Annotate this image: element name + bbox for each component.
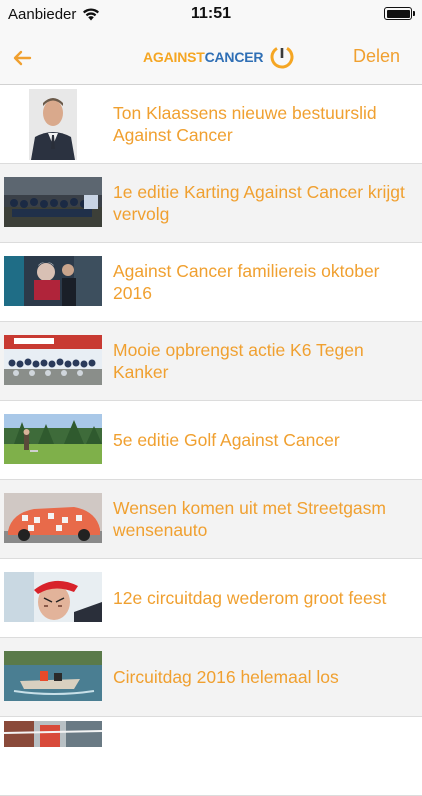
battery-icon bbox=[384, 7, 415, 20]
logo-text: AGAINSTCANCER bbox=[143, 49, 264, 65]
news-title bbox=[113, 717, 408, 795]
news-title: Against Cancer familiereis oktober 2016 bbox=[113, 261, 380, 303]
news-thumbnail bbox=[4, 414, 102, 464]
news-title: 5e editie Golf Against Cancer bbox=[113, 430, 340, 450]
news-item[interactable] bbox=[0, 717, 422, 796]
news-thumbnail bbox=[4, 256, 102, 306]
news-thumbnail bbox=[4, 177, 102, 227]
back-arrow-icon[interactable] bbox=[10, 46, 34, 70]
news-thumbnail bbox=[4, 572, 102, 622]
news-thumbnail bbox=[29, 89, 77, 160]
news-item[interactable]: Against Cancer familiereis oktober 2016 bbox=[0, 243, 422, 322]
news-thumbnail bbox=[4, 335, 102, 385]
news-thumbnail bbox=[4, 651, 102, 701]
news-item[interactable]: Circuitdag 2016 helemaal los bbox=[0, 638, 422, 717]
news-item[interactable]: Wensen komen uit met Streetgasm wensenau… bbox=[0, 480, 422, 559]
news-title: Mooie opbrengst actie K6 Tegen Kanker bbox=[113, 340, 364, 382]
news-thumbnail bbox=[4, 721, 102, 747]
news-title: Circuitdag 2016 helemaal los bbox=[113, 667, 339, 687]
logo-text-against: AGAINST bbox=[143, 49, 205, 65]
status-bar: Aanbieder 11:51 bbox=[0, 0, 422, 30]
share-button[interactable]: Delen bbox=[353, 46, 400, 67]
navigation-bar: AGAINSTCANCER Delen bbox=[0, 30, 422, 85]
news-title: 1e editie Karting Against Cancer krijgt … bbox=[113, 182, 405, 224]
news-title: Wensen komen uit met Streetgasm wensenau… bbox=[113, 498, 386, 540]
news-item[interactable]: Ton Klaassens nieuwe bestuurslid Against… bbox=[0, 85, 422, 164]
news-item[interactable]: 5e editie Golf Against Cancer bbox=[0, 401, 422, 480]
logo-text-cancer: CANCER bbox=[204, 49, 264, 65]
news-item[interactable]: 12e circuitdag wederom groot feest bbox=[0, 559, 422, 638]
news-thumbnail bbox=[4, 493, 102, 543]
news-item[interactable]: Mooie opbrengst actie K6 Tegen Kanker bbox=[0, 322, 422, 401]
clock: 11:51 bbox=[190, 5, 232, 22]
news-list: Ton Klaassens nieuwe bestuurslid Against… bbox=[0, 85, 422, 796]
against-cancer-logo: AGAINSTCANCER bbox=[143, 42, 295, 72]
news-title: Ton Klaassens nieuwe bestuurslid Against… bbox=[113, 103, 377, 145]
news-title: 12e circuitdag wederom groot feest bbox=[113, 588, 387, 608]
logo-ring-icon bbox=[270, 45, 294, 69]
news-item[interactable]: 1e editie Karting Against Cancer krijgt … bbox=[0, 164, 422, 243]
